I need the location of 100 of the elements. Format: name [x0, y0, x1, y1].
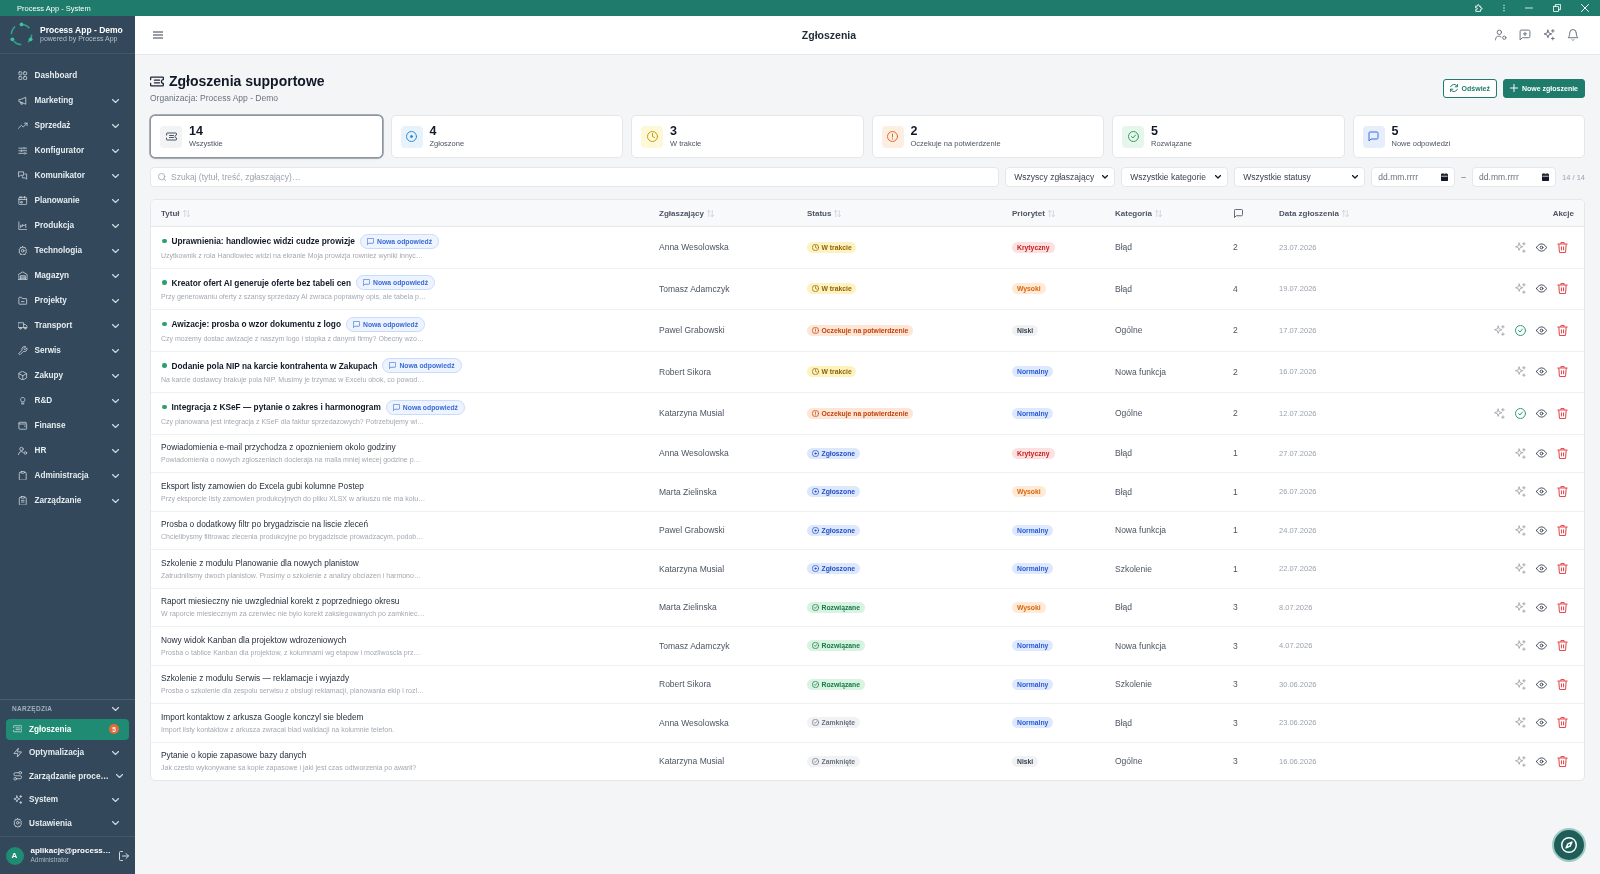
nav-item[interactable]: Transport [0, 313, 135, 338]
nav-item[interactable]: Finanse [0, 413, 135, 438]
trash-icon[interactable] [1557, 755, 1568, 767]
sparkles-icon[interactable] [1515, 283, 1526, 294]
ticket-title[interactable]: Dodanie pola NIP na karcie kontrahenta w Zakupach [171, 359, 378, 372]
calendar-icon[interactable] [1441, 173, 1449, 181]
nav-item[interactable]: System [5, 789, 129, 810]
ticket-title[interactable]: Pytanie o kopie zapasowe bazy danych [161, 749, 307, 761]
sparkles-icon[interactable] [1515, 366, 1526, 377]
close-icon[interactable] [1581, 4, 1589, 12]
restore-icon[interactable] [1553, 4, 1561, 12]
eye-icon[interactable] [1536, 242, 1547, 252]
ticket-title[interactable]: Powiadomienia e-mail przychodza z opoznieniem okolo godziny [161, 441, 396, 453]
ticket-title[interactable]: Uprawnienia: handlowiec widzi cudze prowizje [171, 235, 355, 247]
trash-icon[interactable] [1557, 601, 1568, 613]
filter-select[interactable]: Wszyscy zgłaszający [1005, 167, 1116, 187]
floating-button[interactable] [1552, 828, 1586, 862]
column-header[interactable]: Tytuł [161, 208, 659, 218]
nav-item[interactable]: HR [0, 438, 135, 463]
date-field[interactable]: dd.mm.rrrr [1371, 167, 1456, 187]
sparkles-icon[interactable] [1515, 755, 1526, 767]
eye-icon[interactable] [1536, 367, 1547, 376]
trash-icon[interactable] [1557, 640, 1568, 651]
sparkles-icon[interactable] [1515, 524, 1526, 536]
sparkles-icon[interactable] [1515, 563, 1526, 574]
trash-icon[interactable] [1557, 524, 1568, 536]
trash-icon[interactable] [1557, 283, 1568, 294]
check-circle-icon[interactable] [1515, 407, 1526, 419]
search-field[interactable]: Szukaj (tytuł, treść, zgłaszający)… [150, 167, 1000, 187]
chevron-down-icon[interactable] [112, 706, 119, 711]
eye-icon[interactable] [1536, 284, 1547, 293]
nav-item[interactable]: Dashboard [0, 63, 135, 88]
sparkles-icon[interactable] [1515, 601, 1526, 613]
logout-icon[interactable] [119, 850, 129, 861]
trash-icon[interactable] [1557, 563, 1568, 574]
column-header[interactable]: Priorytet [1012, 208, 1115, 218]
trash-icon[interactable] [1557, 486, 1568, 497]
eye-icon[interactable] [1536, 641, 1547, 650]
eye-icon[interactable] [1536, 325, 1547, 335]
ticket-title[interactable]: Raport miesieczny nie uwzglednial korekt z poprzedniego okresu [161, 595, 400, 607]
ticket-title[interactable]: Awizacje: prosba o wzor dokumentu z logo [171, 318, 341, 330]
trash-icon[interactable] [1557, 366, 1568, 377]
nav-item[interactable]: Produkcja [0, 213, 135, 238]
nav-item[interactable]: Magazyn [0, 263, 135, 288]
eye-icon[interactable] [1536, 408, 1547, 418]
calendar-icon[interactable] [1542, 173, 1550, 181]
nav-item[interactable]: R&D [0, 388, 135, 413]
sparkles-icon[interactable] [1515, 678, 1526, 690]
nav-item[interactable]: Zarządzanie [0, 488, 135, 513]
message-plus-icon[interactable] [1519, 29, 1531, 41]
ticket-title[interactable]: Integracja z KSeF — pytanie o zakres i harmonogram [171, 401, 381, 413]
eye-icon[interactable] [1536, 718, 1547, 727]
puzzle-icon[interactable] [1475, 4, 1483, 12]
ticket-title[interactable]: Import kontaktow z arkusza Google konczyl sie bledem [161, 710, 364, 723]
trash-icon[interactable] [1557, 447, 1568, 459]
nav-item[interactable]: Komunikator [0, 163, 135, 188]
nav-item[interactable]: Projekty [0, 288, 135, 313]
user-icon[interactable] [1495, 29, 1507, 41]
sparkles-icon[interactable] [1494, 407, 1505, 419]
ticket-title[interactable]: Kreator ofert AI generuje oferte bez tabeli cen [171, 276, 351, 289]
sparkles-icon[interactable] [1515, 486, 1526, 497]
bell-icon[interactable] [1567, 29, 1579, 41]
nav-item[interactable]: Serwis [0, 338, 135, 363]
eye-icon[interactable] [1536, 564, 1547, 573]
ticket-title[interactable]: Nowy widok Kanban dla projektow wdrozeniowych [161, 633, 347, 646]
ticket-title[interactable]: Eksport listy zamowien do Excela gubi kolumne Postep [161, 479, 364, 492]
column-header[interactable]: Status [807, 208, 1012, 218]
trash-icon[interactable] [1557, 678, 1568, 690]
filter-select[interactable]: Wszystkie statusy [1234, 167, 1366, 187]
nav-item[interactable]: Marketing [0, 88, 135, 113]
column-header[interactable]: Kategoria [1115, 208, 1233, 218]
eye-icon[interactable] [1536, 525, 1547, 535]
ticket-title[interactable]: Szkolenie z modulu Planowanie dla nowych planistow [161, 556, 359, 569]
menu-icon[interactable] [153, 31, 163, 39]
column-header[interactable]: Data zgłoszenia [1279, 208, 1429, 218]
nav-item[interactable]: Zarządzanie proce… [5, 765, 129, 787]
nav-item[interactable]: Ustawienia [5, 812, 129, 834]
nav-item[interactable]: Administracja [0, 463, 135, 488]
column-header[interactable]: Zgłaszający [659, 208, 807, 218]
eye-icon[interactable] [1536, 448, 1547, 458]
check-circle-icon[interactable] [1515, 324, 1526, 336]
ticket-title[interactable]: Prosba o dodatkowy filtr po brygadziscie na liscie zleceń [161, 518, 369, 530]
sparkles-icon[interactable] [1494, 324, 1505, 336]
nav-item[interactable]: Optymalizacja [5, 742, 129, 763]
nav-item[interactable]: Technologia [0, 238, 135, 263]
trash-icon[interactable] [1557, 241, 1568, 253]
filter-select[interactable]: Wszystkie kategorie [1121, 167, 1229, 187]
trash-icon[interactable] [1557, 407, 1568, 419]
eye-icon[interactable] [1536, 602, 1547, 612]
sparkles-icon[interactable] [1515, 640, 1526, 651]
trash-icon[interactable] [1557, 717, 1568, 728]
nav-item[interactable]: Planowanie [0, 188, 135, 213]
date-field[interactable]: dd.mm.rrrr [1472, 167, 1557, 187]
sparkles-icon[interactable] [1515, 447, 1526, 459]
nav-item[interactable]: Zakupy [0, 363, 135, 388]
nav-item[interactable]: Konfigurator [0, 138, 135, 163]
trash-icon[interactable] [1557, 324, 1568, 336]
eye-icon[interactable] [1536, 487, 1547, 496]
ticket-title[interactable]: Szkolenie z modulu Serwis — reklamacje i wyjazdy [161, 672, 350, 684]
eye-icon[interactable] [1536, 756, 1547, 766]
